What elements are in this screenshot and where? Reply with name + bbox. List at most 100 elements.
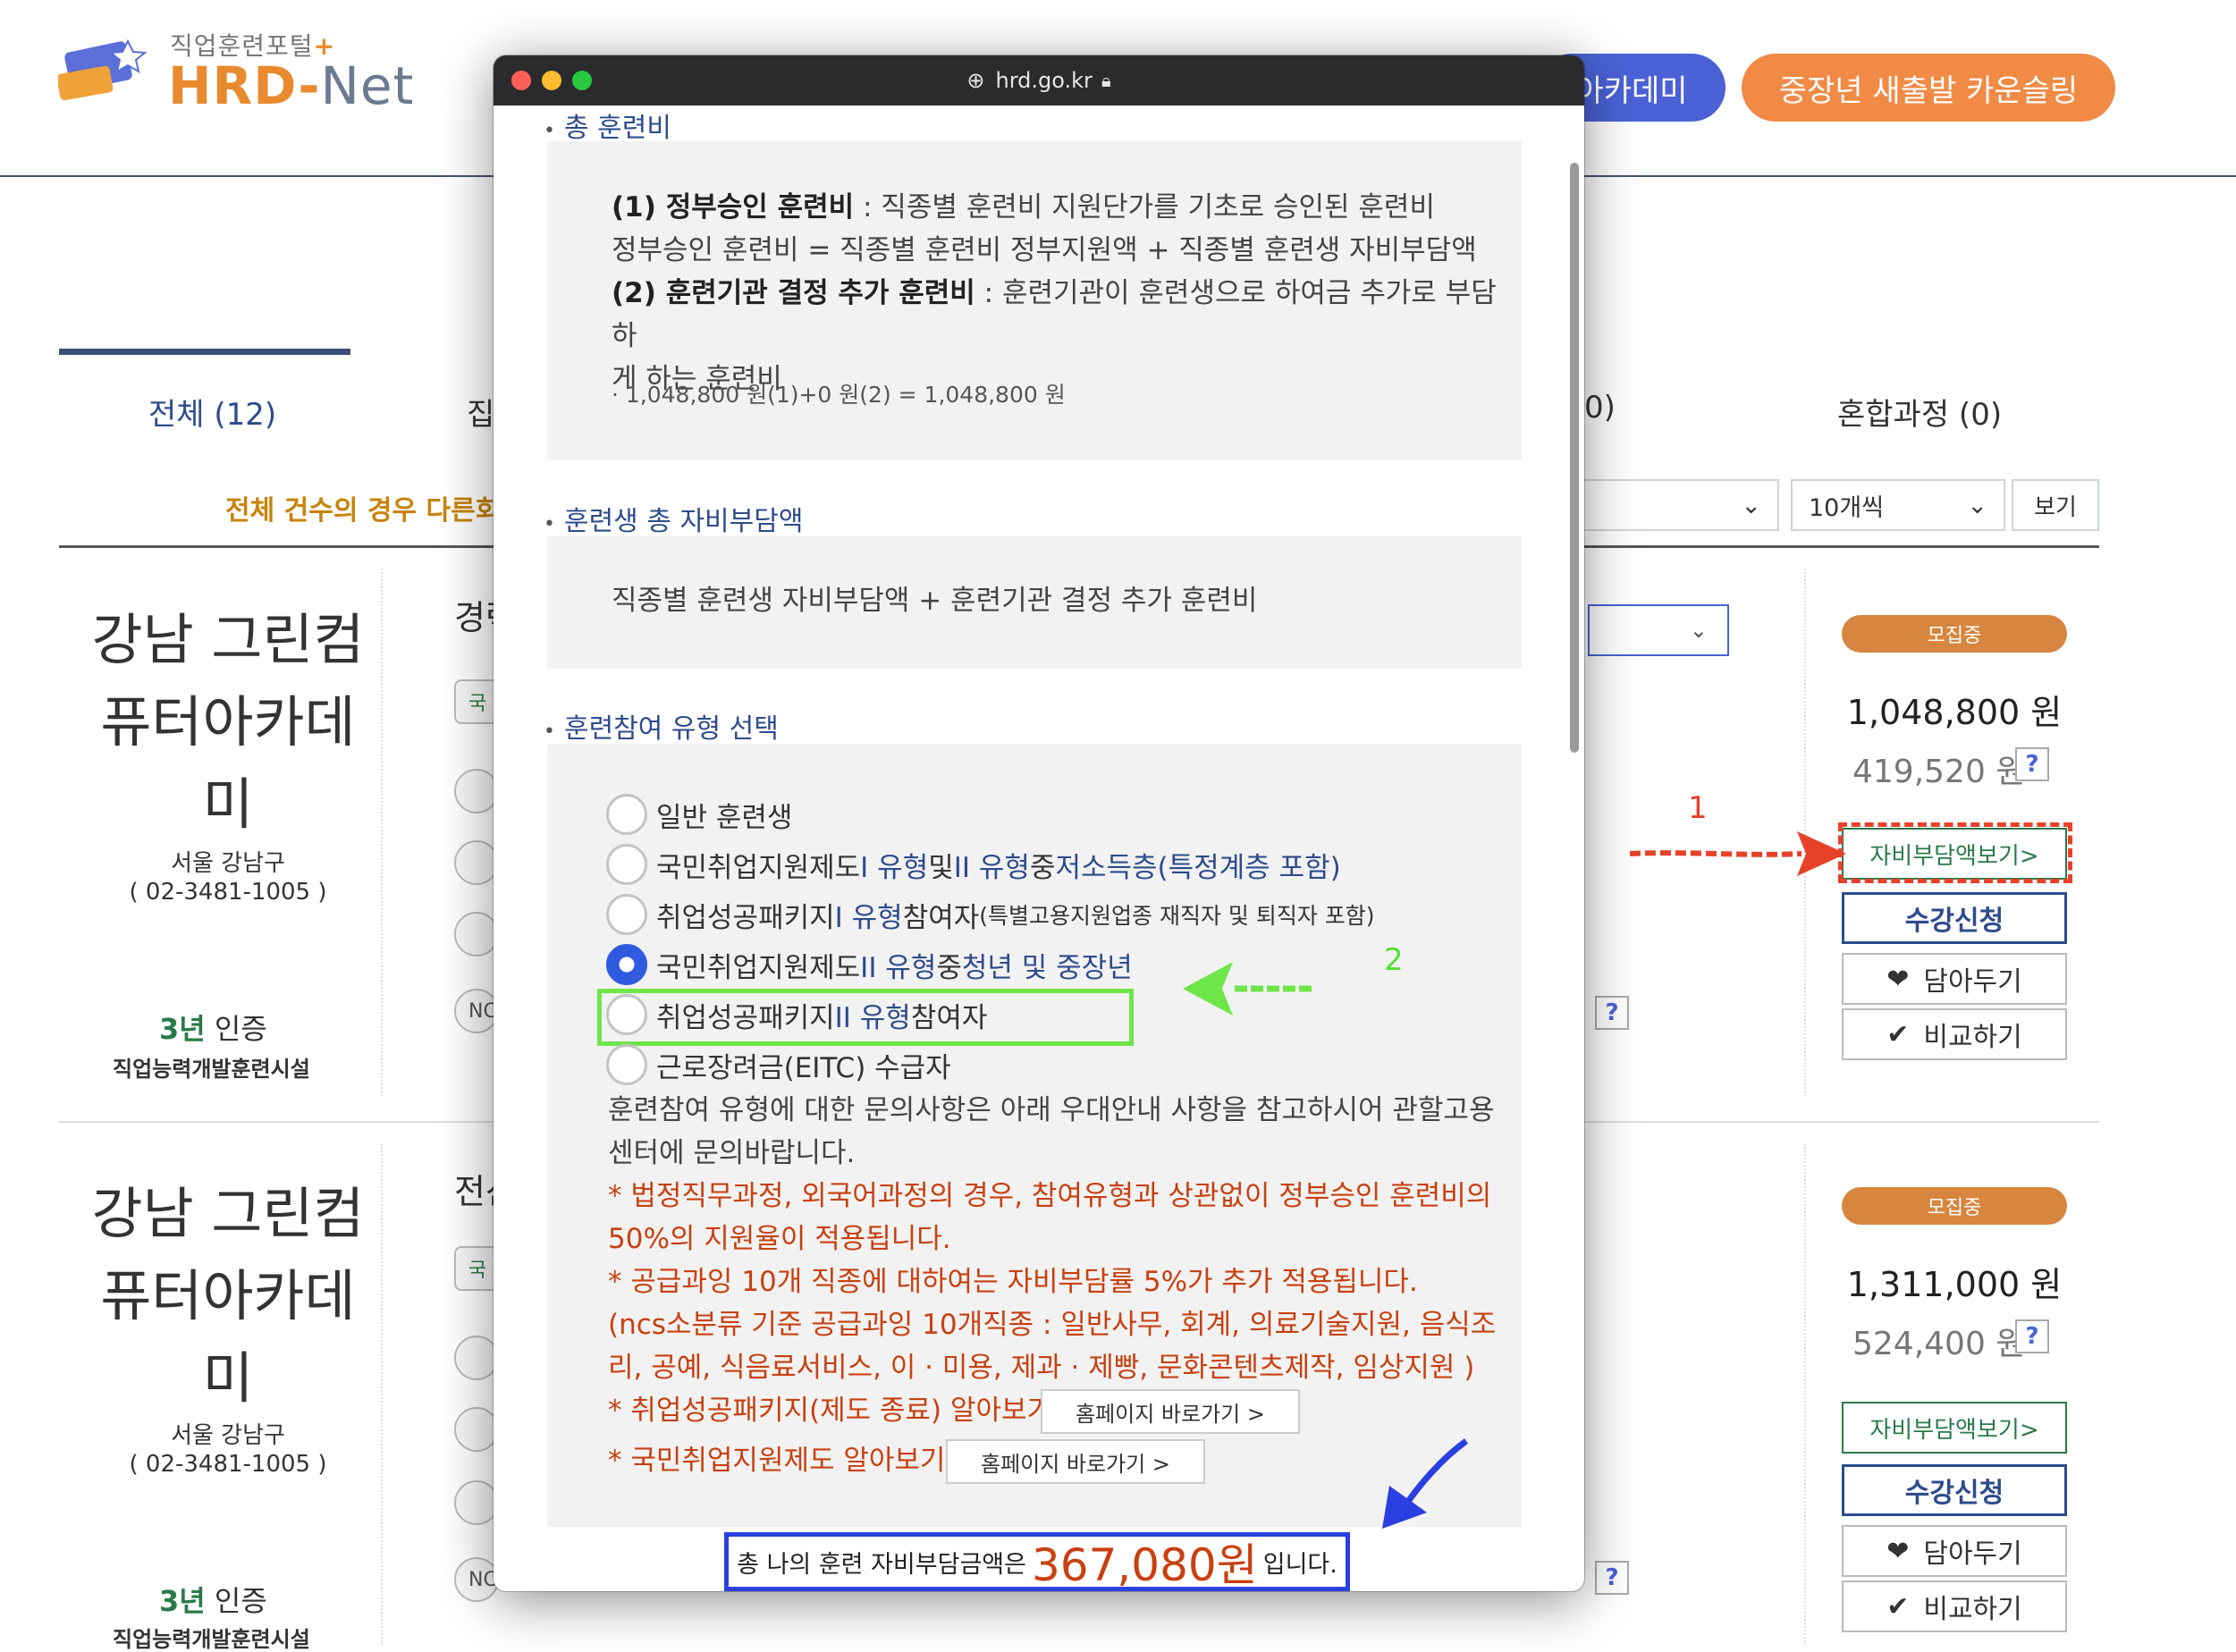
self-pay-price: 524,400 원 xyxy=(1852,1326,2026,1362)
radio-button[interactable] xyxy=(606,844,647,885)
self-pay-box: 직종별 훈련생 자비부담액 + 훈련기관 결정 추가 훈련비 xyxy=(547,536,1522,669)
sort-select[interactable]: ⌄ xyxy=(1574,479,1779,531)
radio-button[interactable] xyxy=(606,794,647,835)
hrd-logo-icon xyxy=(56,36,156,107)
certification-subtitle: 직업능력개발훈련시설 xyxy=(113,1627,310,1652)
self-pay-help-button[interactable]: ? xyxy=(2015,1319,2049,1353)
tag-fragment xyxy=(454,1336,499,1380)
academy-address: 서울 강남구( 02-3481-1005 ) xyxy=(129,1422,327,1478)
tag-fragment xyxy=(454,912,499,957)
self-pay-view-button[interactable]: 자비부담액보기> xyxy=(1842,1402,2067,1454)
lock-icon: 🔒︎ xyxy=(1101,70,1111,91)
option-package-type1[interactable]: 취업성공패키지 I 유형 참여자 (특별고용지원업종 재직자 및 퇴직자 포함) xyxy=(606,892,1375,937)
total-self-pay-result: 총 나의 훈련 자비부담금액은 367,080원 입니다. xyxy=(724,1532,1350,1591)
annotation-number-2: 2 xyxy=(1384,942,1404,978)
heart-icon: ❤ xyxy=(1886,1535,1910,1567)
tab-mixed[interactable]: 혼합과정 (0) xyxy=(1837,390,2002,434)
tab-all[interactable]: 전체 (12) xyxy=(148,390,276,434)
status-badge: 모집중 xyxy=(1842,1187,2067,1225)
option-package-type2[interactable]: 취업성공패키지 II 유형 참여자 xyxy=(606,992,987,1037)
annotation-green-arrow xyxy=(1183,962,1312,1016)
tab-partial[interactable]: 집 xyxy=(467,390,494,434)
apply-button[interactable]: 수강신청 xyxy=(1842,1464,2067,1516)
course-select-fragment[interactable]: ⌄ xyxy=(1588,604,1729,656)
popup-window[interactable]: ⊕ hrd.go.kr 🔒︎ 총 훈련비 (1) 정부승인 훈련비 : 직종별 … xyxy=(494,55,1584,1591)
radio-button[interactable] xyxy=(606,994,647,1035)
certification-title: 3년 인증 xyxy=(159,1012,267,1046)
academy-name[interactable]: 강남 그린컴 퓨터아카데 미 xyxy=(80,1173,375,1420)
support-notes: * 법정직무과정, 외국어과정의 경우, 참여유형과 상관없이 정부승인 훈련비… xyxy=(608,1180,1497,1384)
apply-button[interactable]: 수강신청 xyxy=(1842,892,2067,944)
self-pay-formula: 직종별 훈련생 자비부담액 + 훈련기관 결정 추가 훈련비 xyxy=(612,585,1258,617)
annotation-number-1: 1 xyxy=(1688,790,1708,826)
total-fee-box: (1) 정부승인 훈련비 : 직종별 훈련비 지원단가를 기초로 승인된 훈련비… xyxy=(547,141,1522,459)
option-national-low-income[interactable]: 국민취업지원제도 I 유형 및 II 유형 중 저소득층(특정계층 포함) xyxy=(606,842,1341,887)
active-tab-indicator xyxy=(59,349,350,355)
academy-pill-label: 아카데미 xyxy=(1575,72,1688,109)
ncs-fragment: NC xyxy=(454,989,499,1033)
help-button[interactable]: ? xyxy=(1595,996,1629,1030)
tab-partial-2[interactable]: 0) xyxy=(1584,390,1616,426)
radio-button-selected[interactable] xyxy=(606,944,647,985)
national-info-label: * 국민취업지원제도 알아보기 xyxy=(608,1445,946,1477)
per-page-select[interactable]: 10개씩 ⌄ xyxy=(1791,479,2005,531)
tag-fragment: 국 xyxy=(454,679,499,724)
ncs-fragment: NC xyxy=(454,1557,499,1602)
option-national-youth-middle-aged[interactable]: 국민취업지원제도 II 유형 중 청년 및 중장년 xyxy=(606,942,1133,987)
tag-fragment xyxy=(454,1407,499,1452)
section-title-type-select: 훈련참여 유형 선택 xyxy=(544,706,779,746)
package-info-label: * 취업성공패키지(제도 종료) 알아보기 xyxy=(608,1395,1053,1427)
popup-scrollbar[interactable] xyxy=(1570,163,1579,753)
counseling-pill-label: 중장년 새출발 카운슬링 xyxy=(1778,72,2079,109)
academy-name[interactable]: 강남 그린컴 퓨터아카데 미 xyxy=(80,599,375,846)
counseling-pill-button[interactable]: 중장년 새출발 카운슬링 xyxy=(1742,54,2115,122)
check-icon: ✔ xyxy=(1886,1018,1910,1050)
certification-title: 3년 인증 xyxy=(159,1584,267,1618)
annotation-blue-arrow xyxy=(1382,1438,1469,1529)
count-notice: 전체 건수의 경우 다른회 xyxy=(225,495,501,527)
compare-button[interactable]: ✔ 비교하기 xyxy=(1842,1008,2067,1060)
window-titlebar: ⊕ hrd.go.kr 🔒︎ xyxy=(494,55,1584,105)
tag-fragment xyxy=(454,840,499,885)
chevron-down-icon: ⌄ xyxy=(1689,618,1708,643)
globe-icon: ⊕ xyxy=(966,68,985,93)
annotation-red-frame xyxy=(1838,822,2072,883)
option-general[interactable]: 일반 훈련생 xyxy=(606,792,792,837)
chevron-down-icon: ⌄ xyxy=(1741,491,1761,519)
national-homepage-button[interactable]: 홈페이지 바로가기 > xyxy=(946,1439,1205,1484)
chevron-down-icon: ⌄ xyxy=(1967,491,1987,519)
tag-fragment xyxy=(454,1480,499,1525)
status-badge: 모집중 xyxy=(1842,615,2067,653)
column-separator xyxy=(1804,1144,1806,1645)
section-title-total-fee: 총 훈련비 xyxy=(544,105,671,145)
view-button[interactable]: 보기 xyxy=(2012,479,2099,531)
option-eitc[interactable]: 근로장려금(EITC) 수급자 xyxy=(606,1042,951,1087)
hrd-net-logo[interactable]: HRD-Net xyxy=(168,55,414,116)
tag-fragment: 국 xyxy=(454,1246,499,1291)
package-homepage-button[interactable]: 홈페이지 바로가기 > xyxy=(1041,1389,1300,1434)
check-icon: ✔ xyxy=(1886,1590,1910,1622)
radio-button[interactable] xyxy=(606,894,647,935)
course-price: 1,311,000 원 xyxy=(1846,1265,2063,1304)
radio-button[interactable] xyxy=(606,1044,647,1085)
total-self-pay-amount: 367,080원 xyxy=(1031,1539,1258,1591)
tag-fragment xyxy=(454,769,499,813)
save-button[interactable]: ❤ 담아두기 xyxy=(1842,953,2067,1005)
self-pay-help-button[interactable]: ? xyxy=(2015,747,2049,781)
section-title-self-pay: 훈련생 총 자비부담액 xyxy=(544,499,803,538)
url-bar: ⊕ hrd.go.kr 🔒︎ xyxy=(966,68,1111,93)
annotation-red-arrow xyxy=(1629,831,1846,876)
help-button[interactable]: ? xyxy=(1595,1561,1629,1595)
self-pay-price: 419,520 원 xyxy=(1852,754,2026,790)
save-button[interactable]: ❤ 담아두기 xyxy=(1842,1525,2067,1577)
total-fee-text: (1) 정부승인 훈련비 : 직종별 훈련비 지원단가를 기초로 승인된 훈련비… xyxy=(612,191,1497,395)
total-fee-calculation: · 1,048,800 원(1)+0 원(2) = 1,048,800 원 xyxy=(612,382,1066,408)
academy-address: 서울 강남구( 02-3481-1005 ) xyxy=(129,850,327,906)
inquiry-text: 훈련참여 유형에 대한 문의사항은 아래 우대안내 사항을 참고하시어 관할고용… xyxy=(608,1094,1495,1169)
heart-icon: ❤ xyxy=(1886,963,1910,995)
column-separator xyxy=(381,1144,383,1645)
compare-button[interactable]: ✔ 비교하기 xyxy=(1842,1580,2067,1632)
column-separator xyxy=(381,569,383,1096)
certification-subtitle: 직업능력개발훈련시설 xyxy=(113,1057,310,1082)
course-price: 1,048,800 원 xyxy=(1846,693,2063,732)
